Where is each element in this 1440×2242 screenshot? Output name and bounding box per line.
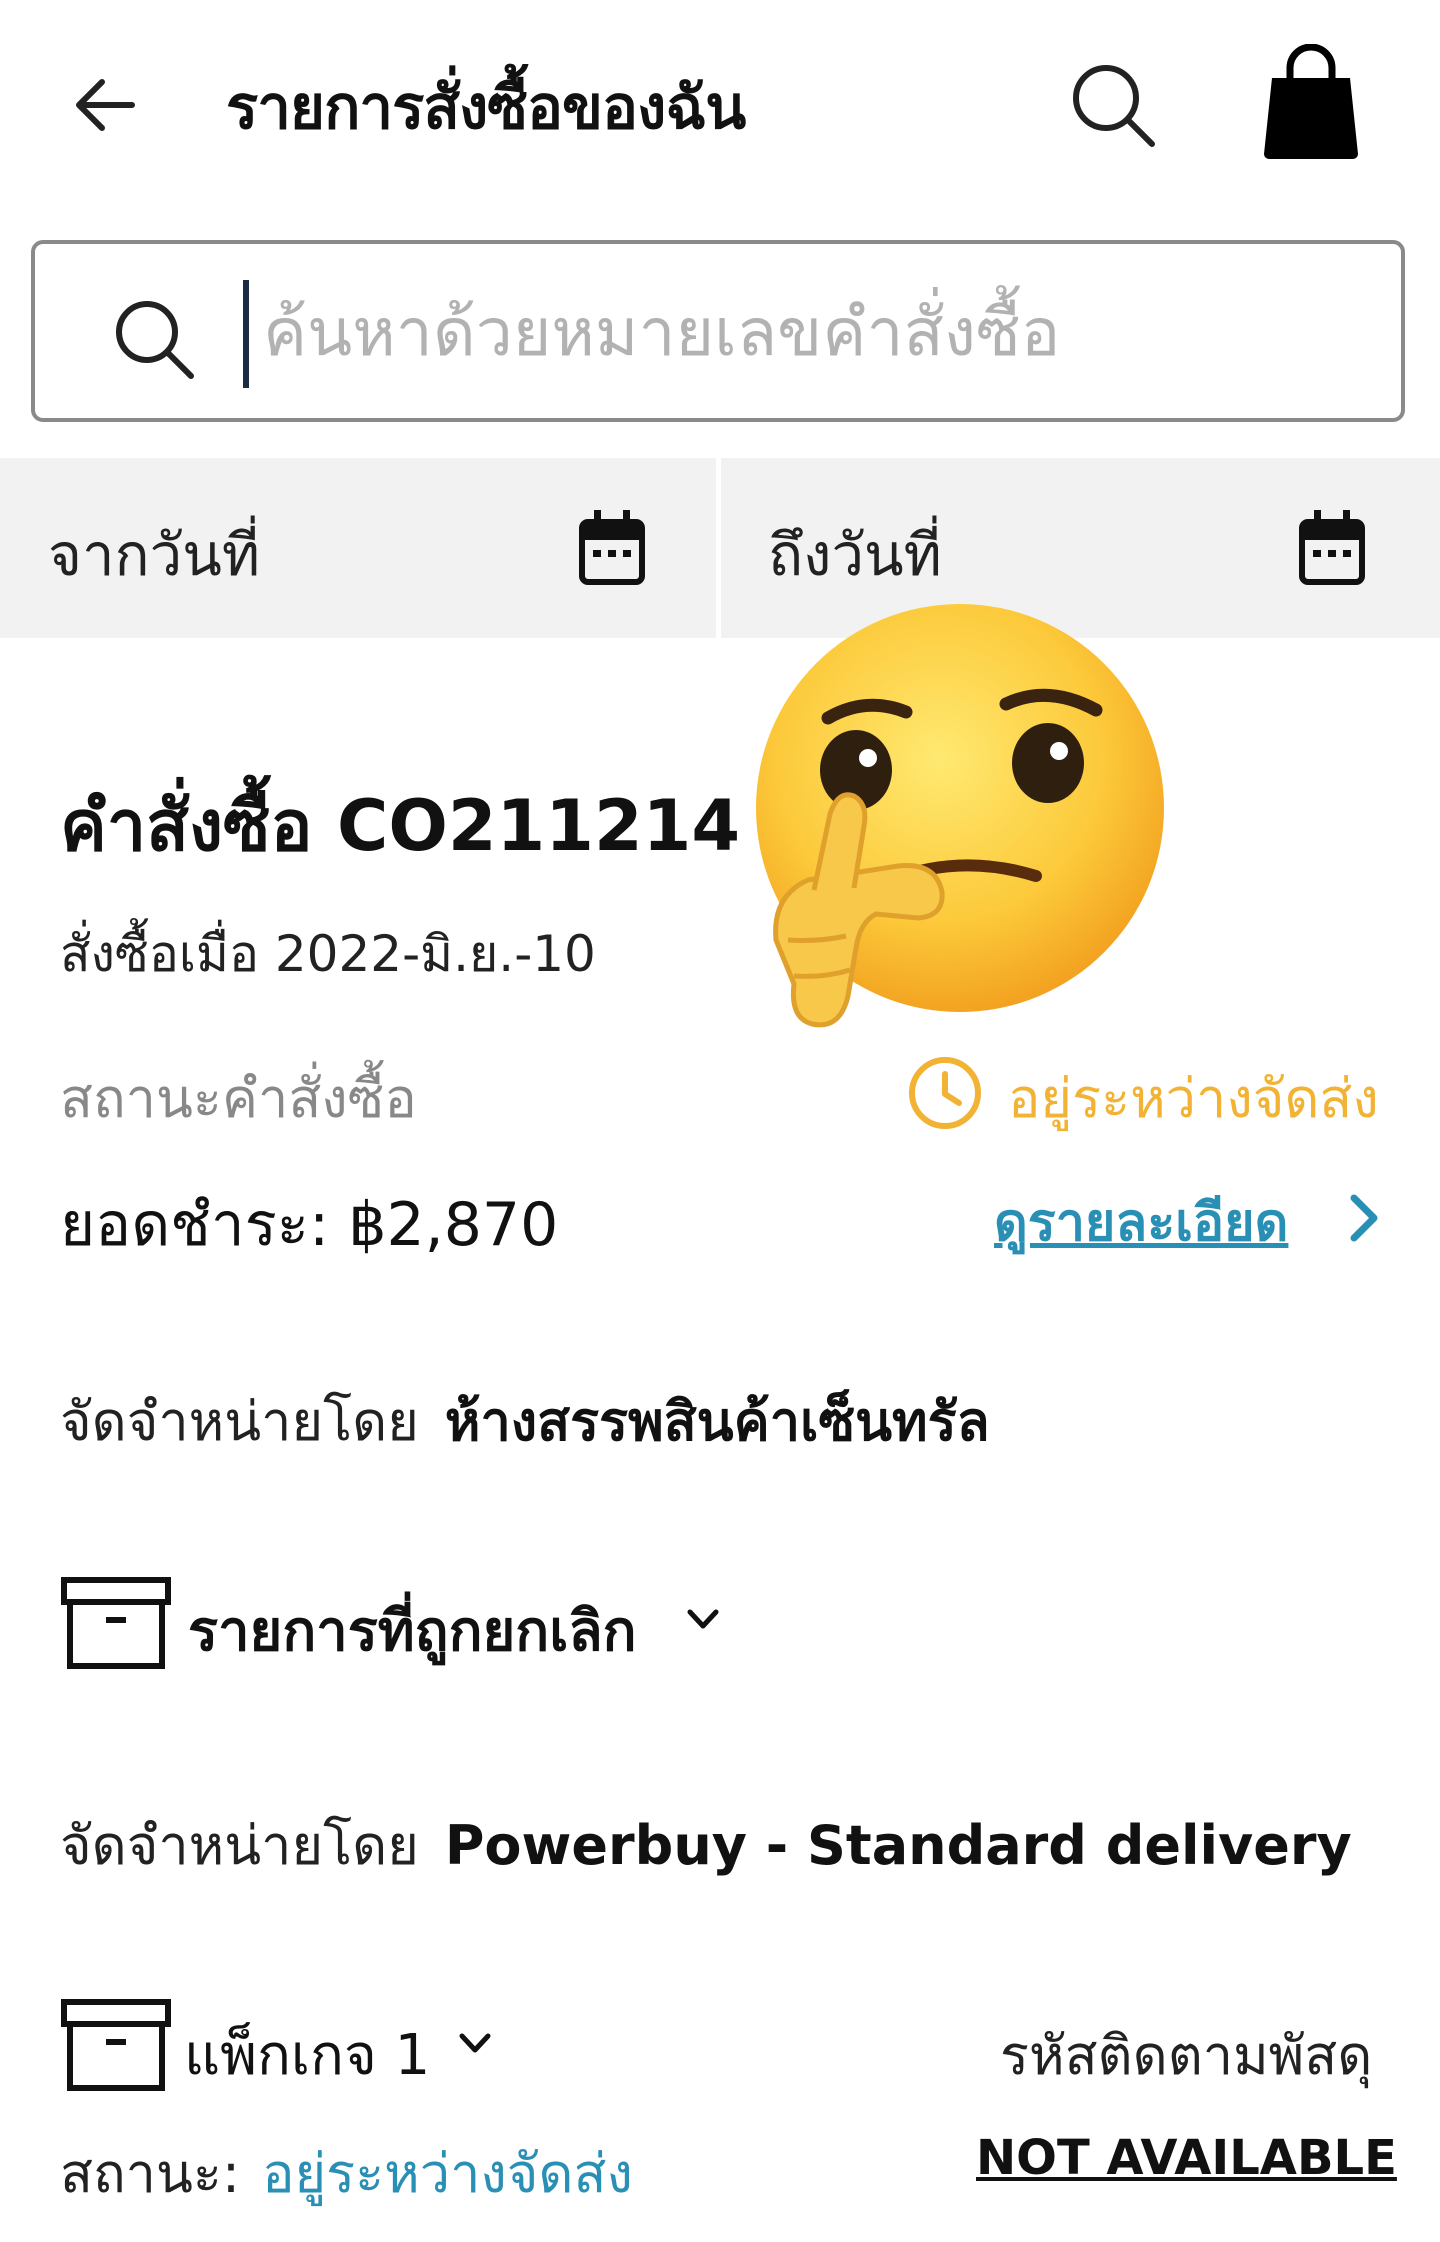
date-filter-bar: จากวันที่ ถึงวันที่	[0, 458, 1440, 638]
view-details-link[interactable]: ดูรายละเอียด	[994, 1180, 1288, 1263]
order-total: ยอดชำระ: ฿2,870	[60, 1190, 559, 1260]
seller-row-powerbuy: จัดจำหน่ายโดย Powerbuy - Standard deliver…	[60, 1802, 1352, 1888]
back-button[interactable]	[70, 70, 140, 140]
cancelled-items-toggle[interactable]: รายการที่ถูกยกเลิก	[60, 1576, 760, 1672]
clock-icon	[909, 1057, 981, 1129]
order-status-label: สถานะคำสั่งซื้อ	[60, 1067, 417, 1130]
cancelled-items-label: รายการที่ถูกยกเลิก	[188, 1599, 637, 1664]
calendar-icon	[579, 510, 645, 585]
order-search-input[interactable]	[245, 284, 1363, 380]
order-number-title: คำสั่งซื้อ CO211214	[60, 785, 741, 867]
header-search-button[interactable]	[1068, 60, 1158, 150]
to-date-label: ถึงวันที่	[768, 521, 942, 589]
order-search-box[interactable]	[31, 240, 1405, 422]
package-toggle[interactable]: แพ็กเกจ 1	[60, 1998, 500, 2094]
view-details-chevron[interactable]	[1346, 1192, 1382, 1244]
order-date: สั่งซื้อเมื่อ 2022-มิ.ย.-10	[60, 925, 596, 983]
seller-label: จัดจำหน่ายโดย	[60, 1390, 419, 1453]
seller-name: ห้างสรรพสินค้าเซ็นทรัล	[444, 1390, 990, 1453]
package-label: แพ็กเกจ 1	[184, 2023, 431, 2088]
chevron-down-icon	[687, 1609, 719, 1629]
tracking-number-label: รหัสติดตามพัสดุ	[1000, 2024, 1373, 2087]
package-status-prefix: สถานะ:	[60, 2142, 241, 2205]
seller-label: จัดจำหน่ายโดย	[60, 1814, 419, 1877]
chevron-down-icon	[459, 2033, 491, 2053]
seller-name: Powerbuy - Standard delivery	[444, 1814, 1352, 1877]
tracking-number-value[interactable]: NOT AVAILABLE	[976, 2130, 1397, 2186]
search-icon	[116, 301, 194, 379]
shopping-bag-icon	[1264, 44, 1358, 159]
calendar-icon	[1299, 510, 1365, 585]
archive-box-icon	[61, 1577, 171, 1669]
order-status-value: อยู่ระหว่างจัดส่ง	[1008, 1067, 1379, 1130]
cart-button[interactable]	[1256, 44, 1366, 162]
from-date-field[interactable]: จากวันที่	[0, 458, 716, 638]
chevron-right-icon	[1350, 1194, 1378, 1242]
from-date-label: จากวันที่	[48, 521, 261, 589]
search-icon	[1073, 65, 1155, 147]
package-status-value: อยู่ระหว่างจัดส่ง	[262, 2142, 633, 2205]
arrow-left-icon	[76, 79, 135, 131]
thinking-face-emoji	[748, 600, 1168, 1040]
page-title: รายการสั่งซื้อของฉัน	[226, 73, 746, 143]
archive-box-icon	[61, 1999, 171, 2091]
seller-row-central: จัดจำหน่ายโดย ห้างสรรพสินค้าเซ็นทรัล	[60, 1378, 990, 1464]
package-status-row: สถานะ: อยู่ระหว่างจัดส่ง	[60, 2130, 633, 2216]
